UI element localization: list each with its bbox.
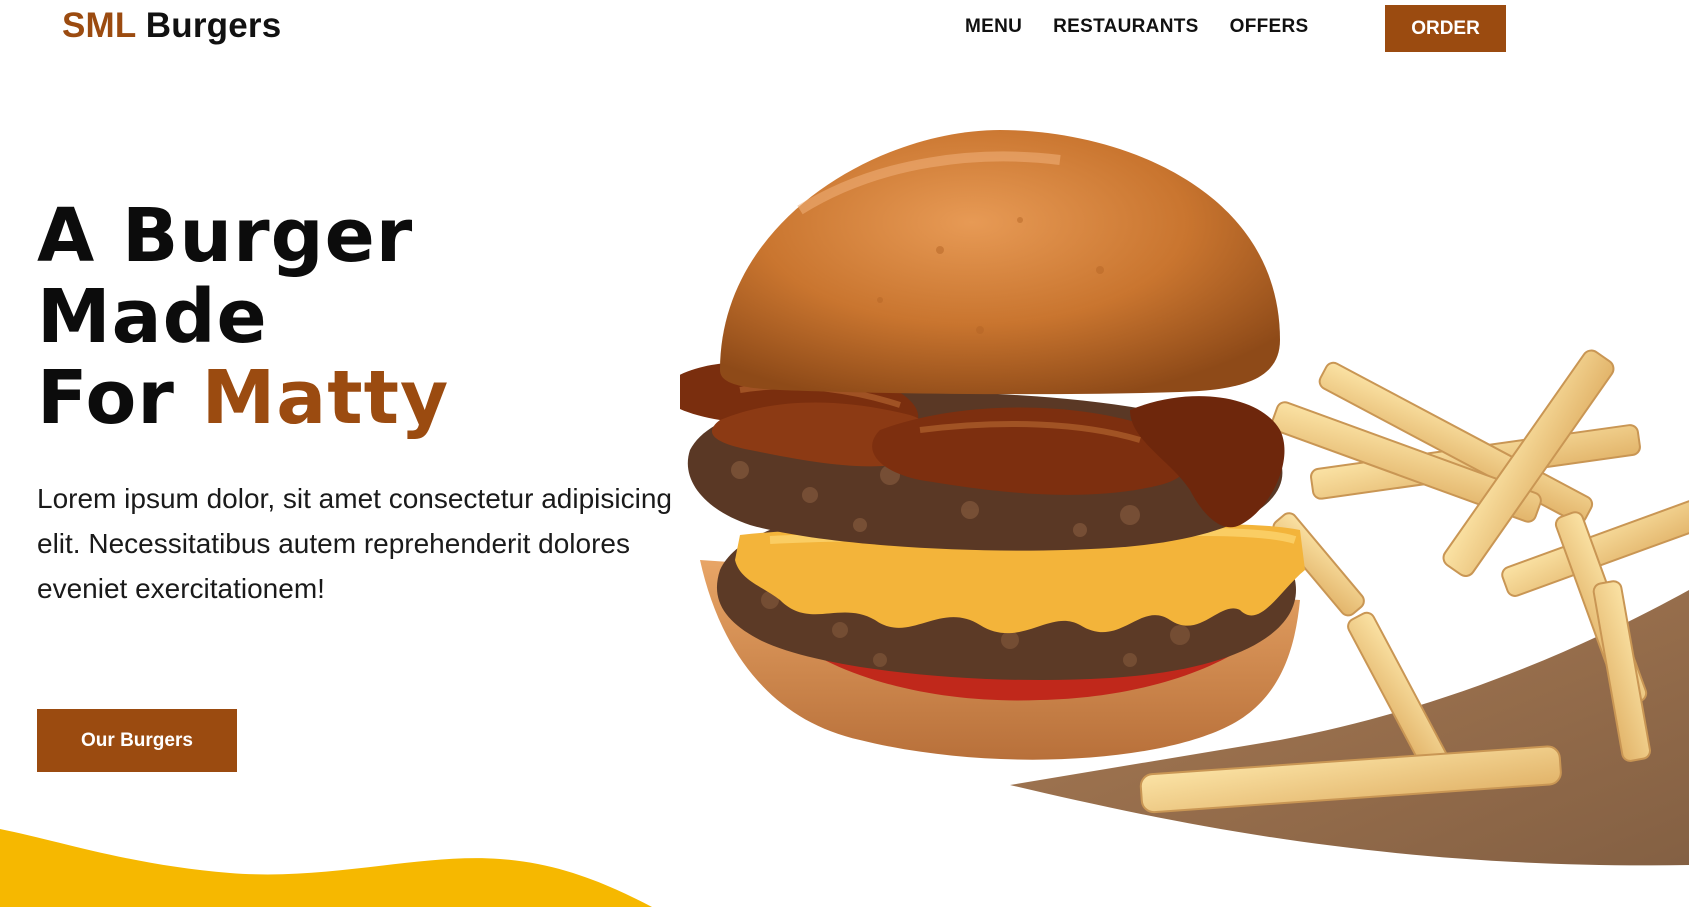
landing-page: SML Burgers MENU RESTAURANTS OFFERS ORDE… — [0, 0, 1689, 907]
hero-description: Lorem ipsum dolor, sit amet consectetur … — [37, 483, 672, 604]
brand-accent: SML — [62, 6, 136, 45]
hero-headline: A Burger Made For Matty — [37, 196, 449, 439]
headline-line-3: For — [37, 355, 175, 441]
brand-name: Burgers — [145, 6, 282, 45]
main-nav: MENU RESTAURANTS OFFERS — [965, 16, 1308, 38]
our-burgers-button[interactable]: Our Burgers — [37, 709, 237, 772]
burger-with-fries-photo — [680, 130, 1689, 866]
nav-offers-link[interactable]: OFFERS — [1230, 16, 1309, 38]
headline-accent-word: Matty — [201, 355, 450, 441]
order-button[interactable]: ORDER — [1385, 5, 1506, 52]
nav-restaurants-link[interactable]: RESTAURANTS — [1053, 16, 1198, 38]
yellow-wave-decoration — [0, 829, 652, 907]
headline-line-2: Made — [37, 274, 268, 360]
brand-logo[interactable]: SML Burgers — [62, 6, 281, 46]
nav-menu-link[interactable]: MENU — [965, 16, 1022, 38]
headline-line-1: A Burger — [37, 193, 414, 279]
